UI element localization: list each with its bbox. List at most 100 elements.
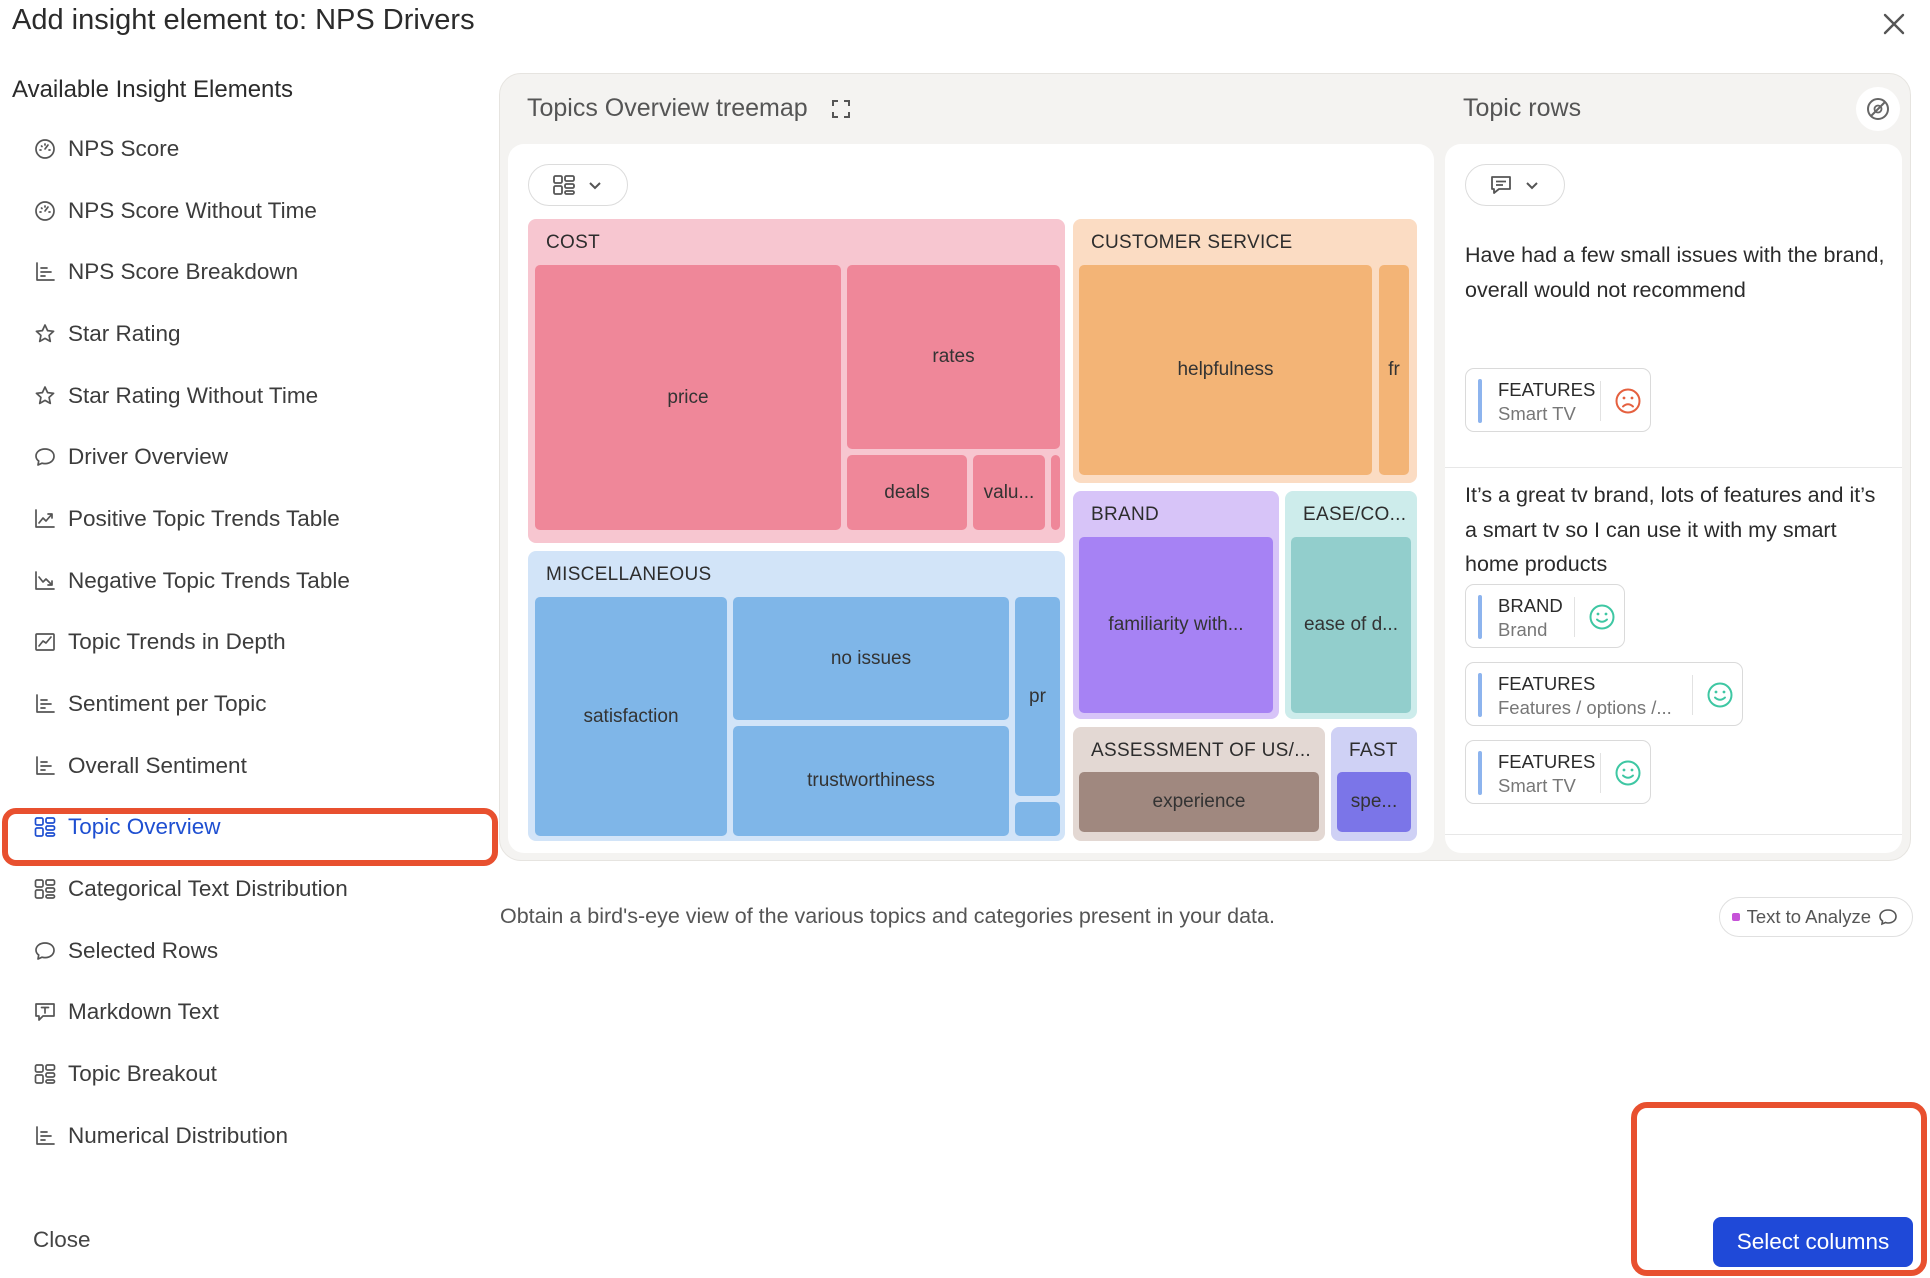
text-box-icon <box>32 999 58 1025</box>
bar-chart-icon <box>32 259 58 285</box>
tile-experience[interactable]: experience <box>1079 772 1319 832</box>
treemap-icon <box>32 876 58 902</box>
topic-row[interactable]: Have had a few small issues with the bra… <box>1445 224 1902 468</box>
sidebar-item-label: Topic Overview <box>68 814 221 840</box>
sidebar-item-nps-score-without-time[interactable]: NPS Score Without Time <box>12 180 452 242</box>
tile-trustworthiness[interactable]: trustworthiness <box>733 726 1009 836</box>
topic-chip[interactable]: FEATURES Features / options /... <box>1465 662 1743 726</box>
tile-speed[interactable]: spe... <box>1337 772 1411 832</box>
sidebar-item-star-rating[interactable]: Star Rating <box>12 303 452 365</box>
group-label-customer-service: CUSTOMER SERVICE <box>1091 232 1293 253</box>
sidebar-item-label: Categorical Text Distribution <box>68 876 348 902</box>
expand-icon[interactable] <box>830 98 852 120</box>
chip-category: BRAND <box>1498 595 1563 616</box>
sidebar-item-numerical-distribution[interactable]: Numerical Distribution <box>12 1105 452 1167</box>
tile-friendliness[interactable]: fr <box>1379 265 1409 475</box>
sidebar-item-label: Driver Overview <box>68 444 229 470</box>
sidebar-heading: Available Insight Elements <box>12 76 294 103</box>
eye-off-icon <box>1867 98 1889 120</box>
sidebar-item-negative-topic-trends-table[interactable]: Negative Topic Trends Table <box>12 550 452 612</box>
smile-face-icon <box>1586 601 1618 633</box>
chip-divider <box>1600 381 1601 421</box>
topic-chip[interactable]: FEATURES Smart TV <box>1465 740 1651 804</box>
chip-accent-bar <box>1478 751 1482 795</box>
tile-cost-small[interactable] <box>1051 455 1060 530</box>
row-text: Have had a few small issues with the bra… <box>1465 243 1885 302</box>
star-icon <box>32 383 58 409</box>
sidebar-item-categorical-text-distribution[interactable]: Categorical Text Distribution <box>12 858 452 920</box>
sidebar-item-topic-breakout[interactable]: Topic Breakout <box>12 1043 452 1105</box>
sidebar-item-label: Overall Sentiment <box>68 752 247 778</box>
topic-rows-title: Topic rows <box>1463 94 1582 122</box>
chip-accent-bar <box>1478 595 1482 639</box>
close-dialog-button[interactable] <box>1876 6 1912 42</box>
sidebar-item-label: Topic Breakout <box>68 1061 217 1087</box>
treemap: COST price rates deals valu... CUSTOMER … <box>508 144 1434 853</box>
chip-divider <box>1574 597 1575 637</box>
topic-chip[interactable]: BRAND Brand <box>1465 584 1625 648</box>
frown-face-icon <box>1612 385 1644 417</box>
trend-up-icon <box>32 506 58 532</box>
tile-value[interactable]: valu... <box>973 455 1045 530</box>
comment-icon <box>1491 176 1511 194</box>
sidebar-item-driver-overview[interactable]: Driver Overview <box>12 426 452 488</box>
treemap-card: COST price rates deals valu... CUSTOMER … <box>508 144 1434 853</box>
gauge-icon <box>32 198 58 224</box>
topic-chip[interactable]: FEATURES Smart TV <box>1465 368 1651 432</box>
hide-preview-button[interactable] <box>1856 87 1900 131</box>
sidebar-item-label: Star Rating <box>68 320 181 346</box>
close-button[interactable]: Close <box>33 1227 91 1253</box>
sidebar-item-topic-overview[interactable]: Topic Overview <box>12 797 452 859</box>
chip-topic: Brand <box>1498 619 1548 640</box>
bar-chart-icon <box>32 753 58 779</box>
tile-rates[interactable]: rates <box>847 265 1060 449</box>
sidebar-item-label: NPS Score Breakdown <box>68 259 299 285</box>
sidebar-item-topic-trends-in-depth[interactable]: Topic Trends in Depth <box>12 612 452 674</box>
tile-no-issues[interactable]: no issues <box>733 597 1009 720</box>
group-label-assessment: ASSESSMENT OF US/... <box>1091 740 1311 761</box>
tile-helpfulness[interactable]: helpfulness <box>1079 265 1372 475</box>
tile-ease-of-d[interactable]: ease of d... <box>1291 537 1411 713</box>
sidebar-item-positive-topic-trends-table[interactable]: Positive Topic Trends Table <box>12 488 452 550</box>
sidebar-item-label: Negative Topic Trends Table <box>68 567 350 593</box>
sidebar-item-nps-score[interactable]: NPS Score <box>12 118 452 180</box>
sidebar-item-sentiment-per-topic[interactable]: Sentiment per Topic <box>12 673 452 735</box>
sidebar-item-label: Topic Trends in Depth <box>68 629 286 655</box>
topic-row[interactable]: It’s a great tv brand, lots of features … <box>1445 468 1902 835</box>
treemap-title: Topics Overview treemap <box>527 94 852 123</box>
treemap-icon <box>32 1061 58 1087</box>
column-type-dot <box>1731 913 1740 921</box>
trend-down-icon <box>32 568 58 594</box>
treemap-icon <box>32 814 58 840</box>
dialog-title: Add insight element to: NPS Drivers <box>12 4 475 36</box>
sidebar-item-selected-rows[interactable]: Selected Rows <box>12 920 452 982</box>
group-label-cost: COST <box>546 232 600 253</box>
sidebar-item-markdown-text[interactable]: Markdown Text <box>12 982 452 1044</box>
rows-view-dropdown[interactable] <box>1465 164 1565 206</box>
chip-accent-bar <box>1478 379 1482 423</box>
star-icon <box>32 321 58 347</box>
column-badge-label: Text to Analyze <box>1746 906 1871 927</box>
smile-face-icon <box>1704 679 1736 711</box>
tile-familiarity[interactable]: familiarity with... <box>1079 537 1273 713</box>
tile-deals[interactable]: deals <box>847 455 967 530</box>
topic-rows-card: Have had a few small issues with the bra… <box>1445 144 1902 853</box>
chip-category: FEATURES <box>1498 379 1596 400</box>
sidebar-item-star-rating-without-time[interactable]: Star Rating Without Time <box>12 365 452 427</box>
select-columns-button[interactable]: Select columns <box>1713 1217 1913 1267</box>
tile-price[interactable]: price <box>535 265 841 530</box>
chip-topic: Features / options /... <box>1498 697 1672 718</box>
topic-row[interactable]: It's a good TV with a good picture but t… <box>1445 835 1902 853</box>
tile-misc-small[interactable] <box>1015 802 1060 836</box>
chip-divider <box>1600 753 1601 793</box>
sidebar-item-nps-score-breakdown[interactable]: NPS Score Breakdown <box>12 241 452 303</box>
close-icon <box>1883 13 1905 35</box>
tile-pr[interactable]: pr <box>1015 597 1060 796</box>
chip-topic: Smart TV <box>1498 403 1576 424</box>
group-label-ease: EASE/CO... <box>1303 504 1407 525</box>
chip-topic: Smart TV <box>1498 775 1576 796</box>
column-badge[interactable]: Text to Analyze <box>1718 897 1913 937</box>
tile-satisfaction[interactable]: satisfaction <box>535 597 727 836</box>
bar-chart-icon <box>32 691 58 717</box>
sidebar-item-overall-sentiment[interactable]: Overall Sentiment <box>12 735 452 797</box>
